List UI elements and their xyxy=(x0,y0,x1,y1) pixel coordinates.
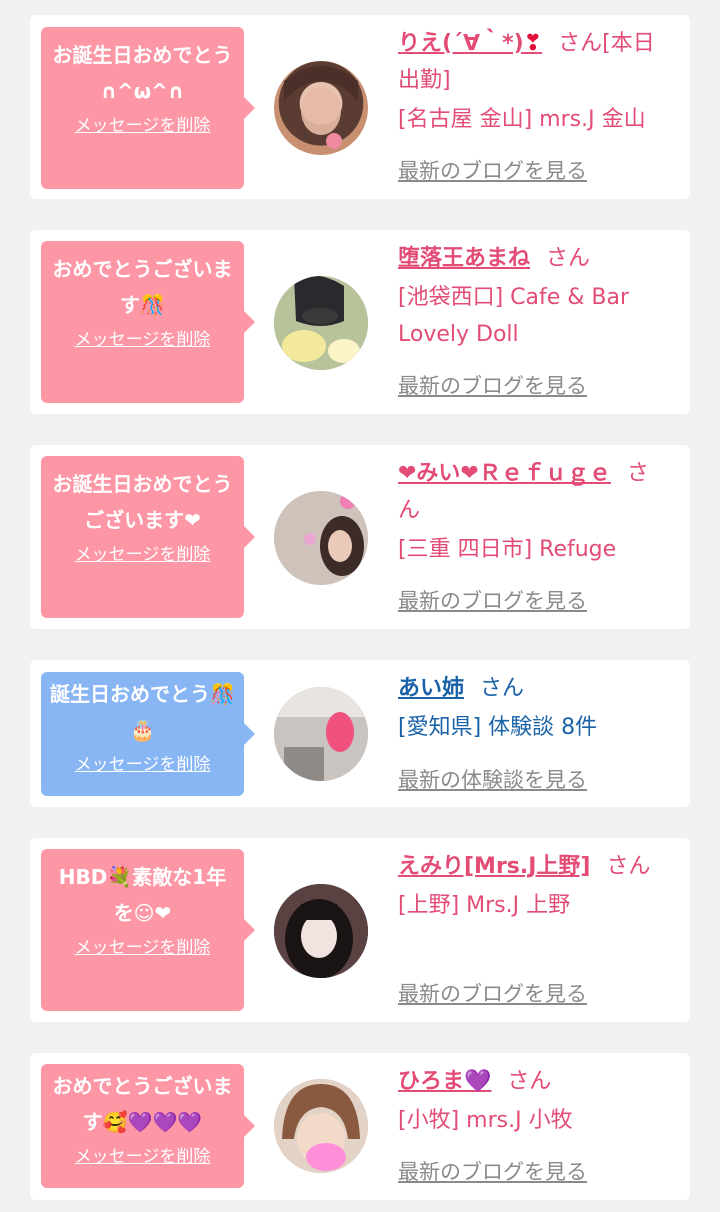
latest-blog-link[interactable]: 最新のブログを見る xyxy=(398,978,587,1008)
user-name-link[interactable]: りえ(´∀｀*)❣ xyxy=(398,31,542,56)
purple-heart-icon: 💜 xyxy=(464,1069,492,1094)
user-name-link[interactable]: えみり[Mrs.J上野] xyxy=(398,854,591,879)
avatar[interactable] xyxy=(274,884,368,978)
message-bubble: HBD💐素敵な1年を☺❤ メッセージを削除 xyxy=(41,849,255,1011)
message-body: おめでとうございます🎊 xyxy=(52,257,233,317)
shop-location: [三重 四日市] Refuge xyxy=(398,537,617,562)
message-body: お誕生日おめでとう∩^ω^∩ xyxy=(52,43,233,103)
heart-exclamation-icon: ❣ xyxy=(523,31,543,56)
birthday-message-list: お誕生日おめでとう∩^ω^∩ メッセージを削除 りえ(´∀｀*)❣ さん[本日出勤… xyxy=(0,0,720,1212)
delete-message-link[interactable]: メッセージを削除 xyxy=(75,325,211,350)
honorific: さん xyxy=(546,246,591,271)
delete-message-link[interactable]: メッセージを削除 xyxy=(75,1142,211,1167)
message-text: お誕生日おめでとうございます❤ xyxy=(49,466,236,538)
honorific: さん xyxy=(507,1069,552,1094)
user-name-link[interactable]: 堕落王あまね xyxy=(398,246,530,271)
user-name-link[interactable]: ひろま💜 xyxy=(398,1069,491,1094)
avatar-photo xyxy=(274,1079,368,1173)
avatar-photo xyxy=(274,276,368,370)
latest-blog-link[interactable]: 最新のブログを見る xyxy=(398,155,587,185)
avatar[interactable] xyxy=(274,687,368,781)
shop-location: [上野] Mrs.J 上野 xyxy=(398,893,571,918)
delete-message-link[interactable]: メッセージを削除 xyxy=(75,111,211,136)
message-bubble: お誕生日おめでとうございます❤ メッセージを削除 xyxy=(41,456,255,618)
honorific: さん xyxy=(480,676,525,701)
avatar-photo xyxy=(274,884,368,978)
message-card: おめでとうございます🎊 メッセージを削除 堕落王あまね さん [池袋西口] Caf… xyxy=(30,230,690,414)
message-text: おめでとうございます🥰💜💜💜 xyxy=(49,1068,236,1140)
message-bubble: 誕生日おめでとう🎊🎂 メッセージを削除 xyxy=(41,672,255,796)
latest-blog-link[interactable]: 最新のブログを見る xyxy=(398,370,587,400)
message-body: 誕生日おめでとう🎊🎂 xyxy=(50,682,235,742)
avatar[interactable] xyxy=(274,276,368,370)
user-name-link[interactable]: ❤みい❤Ｒｅｆｕｇｅ xyxy=(398,461,611,486)
avatar-photo xyxy=(284,66,358,149)
user-info: りえ(´∀｀*)❣ さん[本日出勤] [名古屋 金山] mrs.J 金山 xyxy=(398,25,666,138)
message-bubble: おめでとうございます🎊 メッセージを削除 xyxy=(41,241,255,403)
user-name: りえ(´∀｀*) xyxy=(398,31,524,56)
user-info: えみり[Mrs.J上野] さん [上野] Mrs.J 上野 xyxy=(398,848,666,924)
user-info: ひろま💜 さん [小牧] mrs.J 小牧 xyxy=(398,1063,666,1139)
message-text: HBD💐素敵な1年を☺❤ xyxy=(49,859,236,931)
latest-blog-link[interactable]: 最新のブログを見る xyxy=(398,1156,587,1186)
user-info: 堕落王あまね さん [池袋西口] Cafe & Bar Lovely Doll xyxy=(398,240,666,353)
review-location: [愛知県] 体験談 8件 xyxy=(398,715,598,740)
delete-message-link[interactable]: メッセージを削除 xyxy=(75,933,211,958)
shop-location: [小牧] mrs.J 小牧 xyxy=(398,1108,573,1133)
avatar-photo xyxy=(274,491,368,585)
message-card: お誕生日おめでとうございます❤ メッセージを削除 ❤みい❤Ｒｅｆｕｇｅ さん [三… xyxy=(30,445,690,629)
message-card: おめでとうございます🥰💜💜💜 メッセージを削除 ひろま💜 さん [小牧] mrs.… xyxy=(30,1053,690,1200)
message-body: HBD💐素敵な1年を☺❤ xyxy=(58,865,227,925)
message-card: HBD💐素敵な1年を☺❤ メッセージを削除 えみり[Mrs.J上野] さん [上野… xyxy=(30,838,690,1022)
avatar[interactable] xyxy=(274,1079,368,1173)
message-card: 誕生日おめでとう🎊🎂 メッセージを削除 あい姉 さん [愛知県] 体験談 8件 最… xyxy=(30,660,690,807)
message-text: お誕生日おめでとう∩^ω^∩ xyxy=(49,37,236,109)
shop-location: [池袋西口] Cafe & Bar Lovely Doll xyxy=(398,285,630,347)
message-bubble: おめでとうございます🥰💜💜💜 メッセージを削除 xyxy=(41,1064,255,1188)
honorific: さん xyxy=(558,31,603,56)
user-name-link[interactable]: あい姉 xyxy=(398,676,464,701)
honorific: さん xyxy=(606,854,651,879)
avatar[interactable] xyxy=(274,491,368,585)
shop-location: [名古屋 金山] mrs.J 金山 xyxy=(398,107,646,132)
message-card: お誕生日おめでとう∩^ω^∩ メッセージを削除 りえ(´∀｀*)❣ さん[本日出勤… xyxy=(30,15,690,199)
user-name: ひろま xyxy=(398,1069,465,1094)
latest-blog-link[interactable]: 最新のブログを見る xyxy=(398,585,587,615)
delete-message-link[interactable]: メッセージを削除 xyxy=(75,750,211,775)
user-info: あい姉 さん [愛知県] 体験談 8件 xyxy=(398,670,666,746)
latest-review-link[interactable]: 最新の体験談を見る xyxy=(398,764,587,794)
user-info: ❤みい❤Ｒｅｆｕｇｅ さん [三重 四日市] Refuge xyxy=(398,455,666,568)
avatar[interactable] xyxy=(274,61,368,155)
message-body: おめでとうございます🥰💜💜💜 xyxy=(52,1074,233,1134)
avatar-photo xyxy=(274,687,368,781)
delete-message-link[interactable]: メッセージを削除 xyxy=(75,540,211,565)
message-bubble: お誕生日おめでとう∩^ω^∩ メッセージを削除 xyxy=(41,27,255,189)
message-text: おめでとうございます🎊 xyxy=(49,251,236,323)
message-text: 誕生日おめでとう🎊🎂 xyxy=(49,676,236,748)
message-body: お誕生日おめでとうございます❤ xyxy=(52,472,233,532)
